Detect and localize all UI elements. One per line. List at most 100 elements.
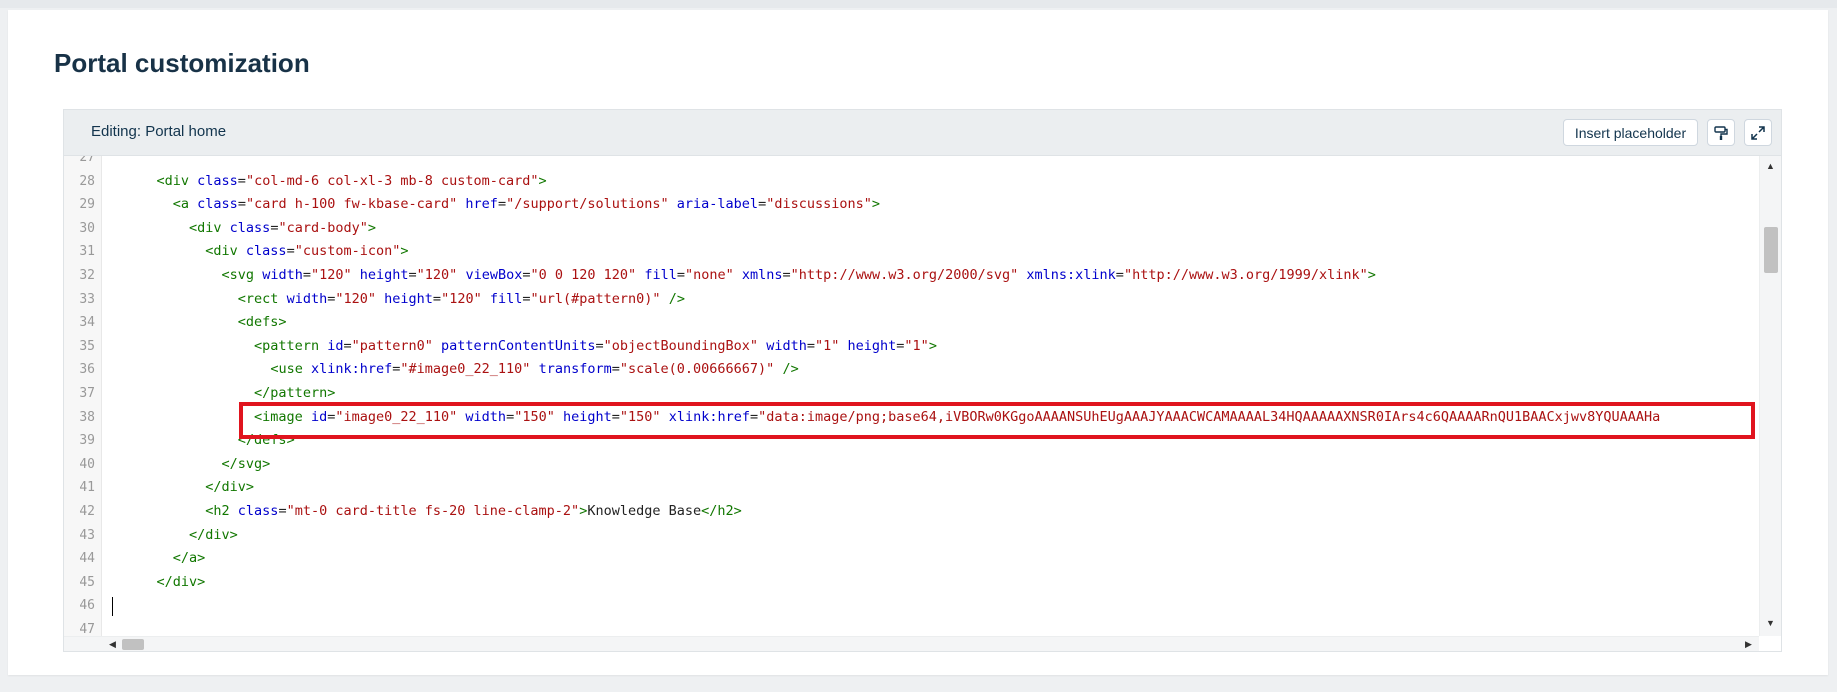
code-token: />	[782, 361, 799, 378]
scroll-right-icon[interactable]: ▶	[1745, 639, 1752, 650]
code-line: 47	[64, 618, 1759, 636]
code-token: "objectBoundingBox"	[603, 337, 759, 354]
code-token: aria-label	[676, 196, 759, 213]
line-number: 31	[79, 244, 95, 260]
code-text: <svg width="120" height="120" viewBox="0…	[124, 264, 1376, 288]
scroll-down-icon[interactable]: ▼	[1766, 618, 1775, 628]
line-number: 32	[79, 267, 95, 283]
line-number: 34	[79, 315, 95, 331]
code-line: 31 <div class="custom-icon">	[64, 240, 1759, 264]
code-token: viewBox	[465, 266, 523, 283]
code-token: <defs>	[237, 314, 287, 331]
code-text: </div>	[124, 476, 254, 500]
scroll-up-icon[interactable]: ▲	[1766, 161, 1775, 171]
code-token: "card h-100 fw-kbase-card"	[245, 196, 458, 213]
code-line: 39 </defs>	[64, 429, 1759, 453]
code-line: 45 </div>	[64, 571, 1759, 595]
code-line: 28 <div class="col-md-6 col-xl-3 mb-8 cu…	[64, 170, 1759, 194]
code-token: =	[286, 243, 295, 260]
code-text: </pattern>	[124, 382, 335, 406]
code-token: "card-body"	[278, 219, 368, 236]
code-text: <image id="image0_22_110" width="150" he…	[124, 406, 1660, 430]
code-token: <h2	[205, 502, 238, 519]
code-token: xmlns	[741, 266, 783, 283]
code-token: class	[197, 172, 238, 189]
code-token: transform	[538, 361, 612, 378]
scroll-left-icon[interactable]: ◀	[109, 639, 116, 650]
code-token: =	[497, 196, 507, 213]
code-line: 43 </div>	[64, 524, 1759, 548]
code-token: =	[522, 290, 531, 307]
code-text: <h2 class="mt-0 card-title fs-20 line-cl…	[124, 500, 742, 524]
code-token: "http://www.w3.org/1999/xlink"	[1123, 266, 1368, 283]
code-token: </h2>	[701, 502, 742, 519]
horizontal-scroll-thumb[interactable]	[122, 639, 144, 650]
code-text: <div class="col-md-6 col-xl-3 mb-8 custo…	[124, 170, 547, 194]
code-line: 29 <a class="card h-100 fw-kbase-card" h…	[64, 193, 1759, 217]
code-token: =	[595, 337, 604, 354]
code-lines: 27 28 <div class="col-md-6 col-xl-3 mb-8 …	[64, 156, 1759, 636]
code-text: </svg>	[124, 453, 271, 477]
code-token: =	[522, 266, 531, 283]
code-token: </a>	[172, 550, 206, 567]
line-number: 30	[79, 220, 95, 236]
code-token: height	[562, 408, 612, 425]
code-token: "150"	[514, 408, 555, 425]
code-token: <image	[254, 408, 311, 425]
code-line: 44 </a>	[64, 547, 1759, 571]
code-token: xlink:href	[310, 361, 393, 378]
code-token: xlink:href	[668, 408, 750, 425]
line-number: 27	[79, 156, 95, 165]
code-line: 36 <use xlink:href = "#image0_22_110" tran…	[64, 358, 1759, 382]
code-line: 42 <h2 class="mt-0 card-title fs-20 line…	[64, 500, 1759, 524]
format-button[interactable]	[1707, 119, 1735, 146]
insert-placeholder-button[interactable]: Insert placeholder	[1563, 119, 1698, 146]
code-token: "custom-icon"	[294, 243, 401, 260]
code-token: "pattern0"	[351, 337, 433, 354]
code-token: =	[343, 337, 352, 354]
code-area[interactable]: 27 28 <div class="col-md-6 col-xl-3 mb-8 …	[64, 156, 1759, 636]
code-token: >	[367, 219, 376, 236]
code-token: class	[237, 502, 279, 519]
code-token: =	[806, 337, 815, 354]
code-token: "image0_22_110"	[335, 408, 458, 425]
top-strip	[0, 0, 1837, 8]
line-number: 40	[79, 456, 95, 472]
vertical-scroll-thumb[interactable]	[1764, 227, 1778, 273]
code-token: <div	[156, 172, 198, 189]
code-line: 27	[64, 156, 1759, 170]
code-token: "scale(0.00666667)"	[619, 361, 775, 378]
code-token: width	[262, 266, 303, 283]
code-line: 30 <div class="card-body">	[64, 217, 1759, 241]
code-token: patternContentUnits	[441, 337, 596, 354]
code-token: "mt-0 card-title fs-20 line-clamp-2"	[286, 502, 580, 519]
code-line: 37 </pattern>	[64, 382, 1759, 406]
code-token: height	[847, 337, 897, 354]
code-token: "data:image/png;base64,iVBORw0KGgoAAAANS…	[758, 408, 1661, 425]
text-cursor	[112, 597, 113, 617]
code-token: class	[245, 243, 287, 260]
code-line: 35 <pattern id="pattern0" patternContent…	[64, 335, 1759, 359]
fullscreen-button[interactable]	[1744, 119, 1772, 146]
horizontal-scrollbar[interactable]: ◀ ▶	[64, 636, 1759, 651]
code-text: <defs>	[124, 311, 287, 335]
code-token: </svg>	[221, 455, 271, 472]
code-token: />	[668, 290, 685, 307]
code-token: >	[871, 196, 881, 213]
vertical-scrollbar[interactable]: ▲ ▼	[1759, 156, 1781, 636]
